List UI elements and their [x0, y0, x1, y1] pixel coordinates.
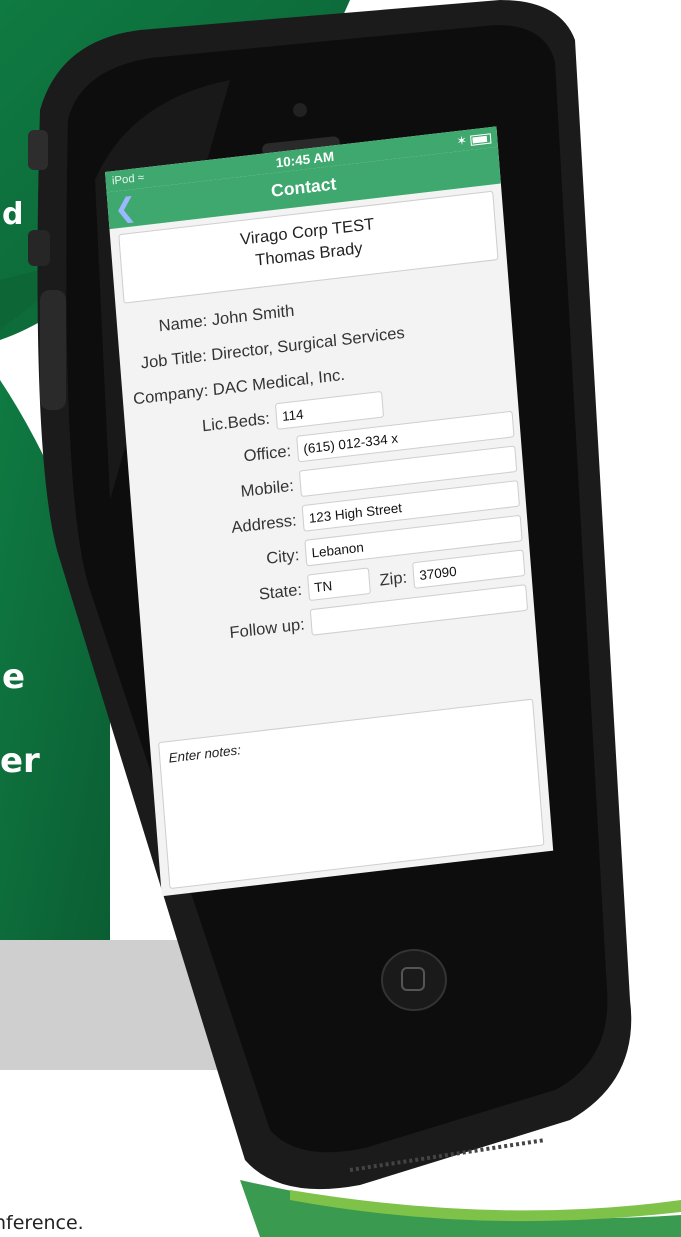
mobile-label: Mobile:: [240, 477, 295, 501]
status-right: ✶: [456, 130, 492, 148]
state-label: State:: [258, 581, 303, 604]
state-input[interactable]: TN: [307, 567, 371, 602]
city-label: City:: [265, 546, 300, 568]
notes-placeholder: Enter notes:: [168, 741, 242, 766]
follow-up-label: Follow up:: [228, 616, 306, 643]
wifi-icon: ≈: [137, 171, 145, 185]
address-label: Address:: [230, 512, 298, 537]
side-text-3: er: [0, 741, 40, 781]
side-text-1: d: [2, 197, 24, 232]
bluetooth-icon: ✶: [456, 132, 468, 149]
phone-screen: iPod ≈ 10:45 AM ✶ ❮ Contact Virago Corp …: [105, 126, 554, 897]
battery-icon: [470, 133, 492, 146]
footer-caption: nference.: [0, 1212, 84, 1234]
office-label: Office:: [243, 442, 292, 466]
zip-label: Zip:: [378, 569, 408, 590]
lic-beds-label: Lic.Beds:: [201, 410, 271, 436]
side-text-2: e: [2, 657, 26, 697]
device-label: iPod ≈: [111, 171, 145, 188]
